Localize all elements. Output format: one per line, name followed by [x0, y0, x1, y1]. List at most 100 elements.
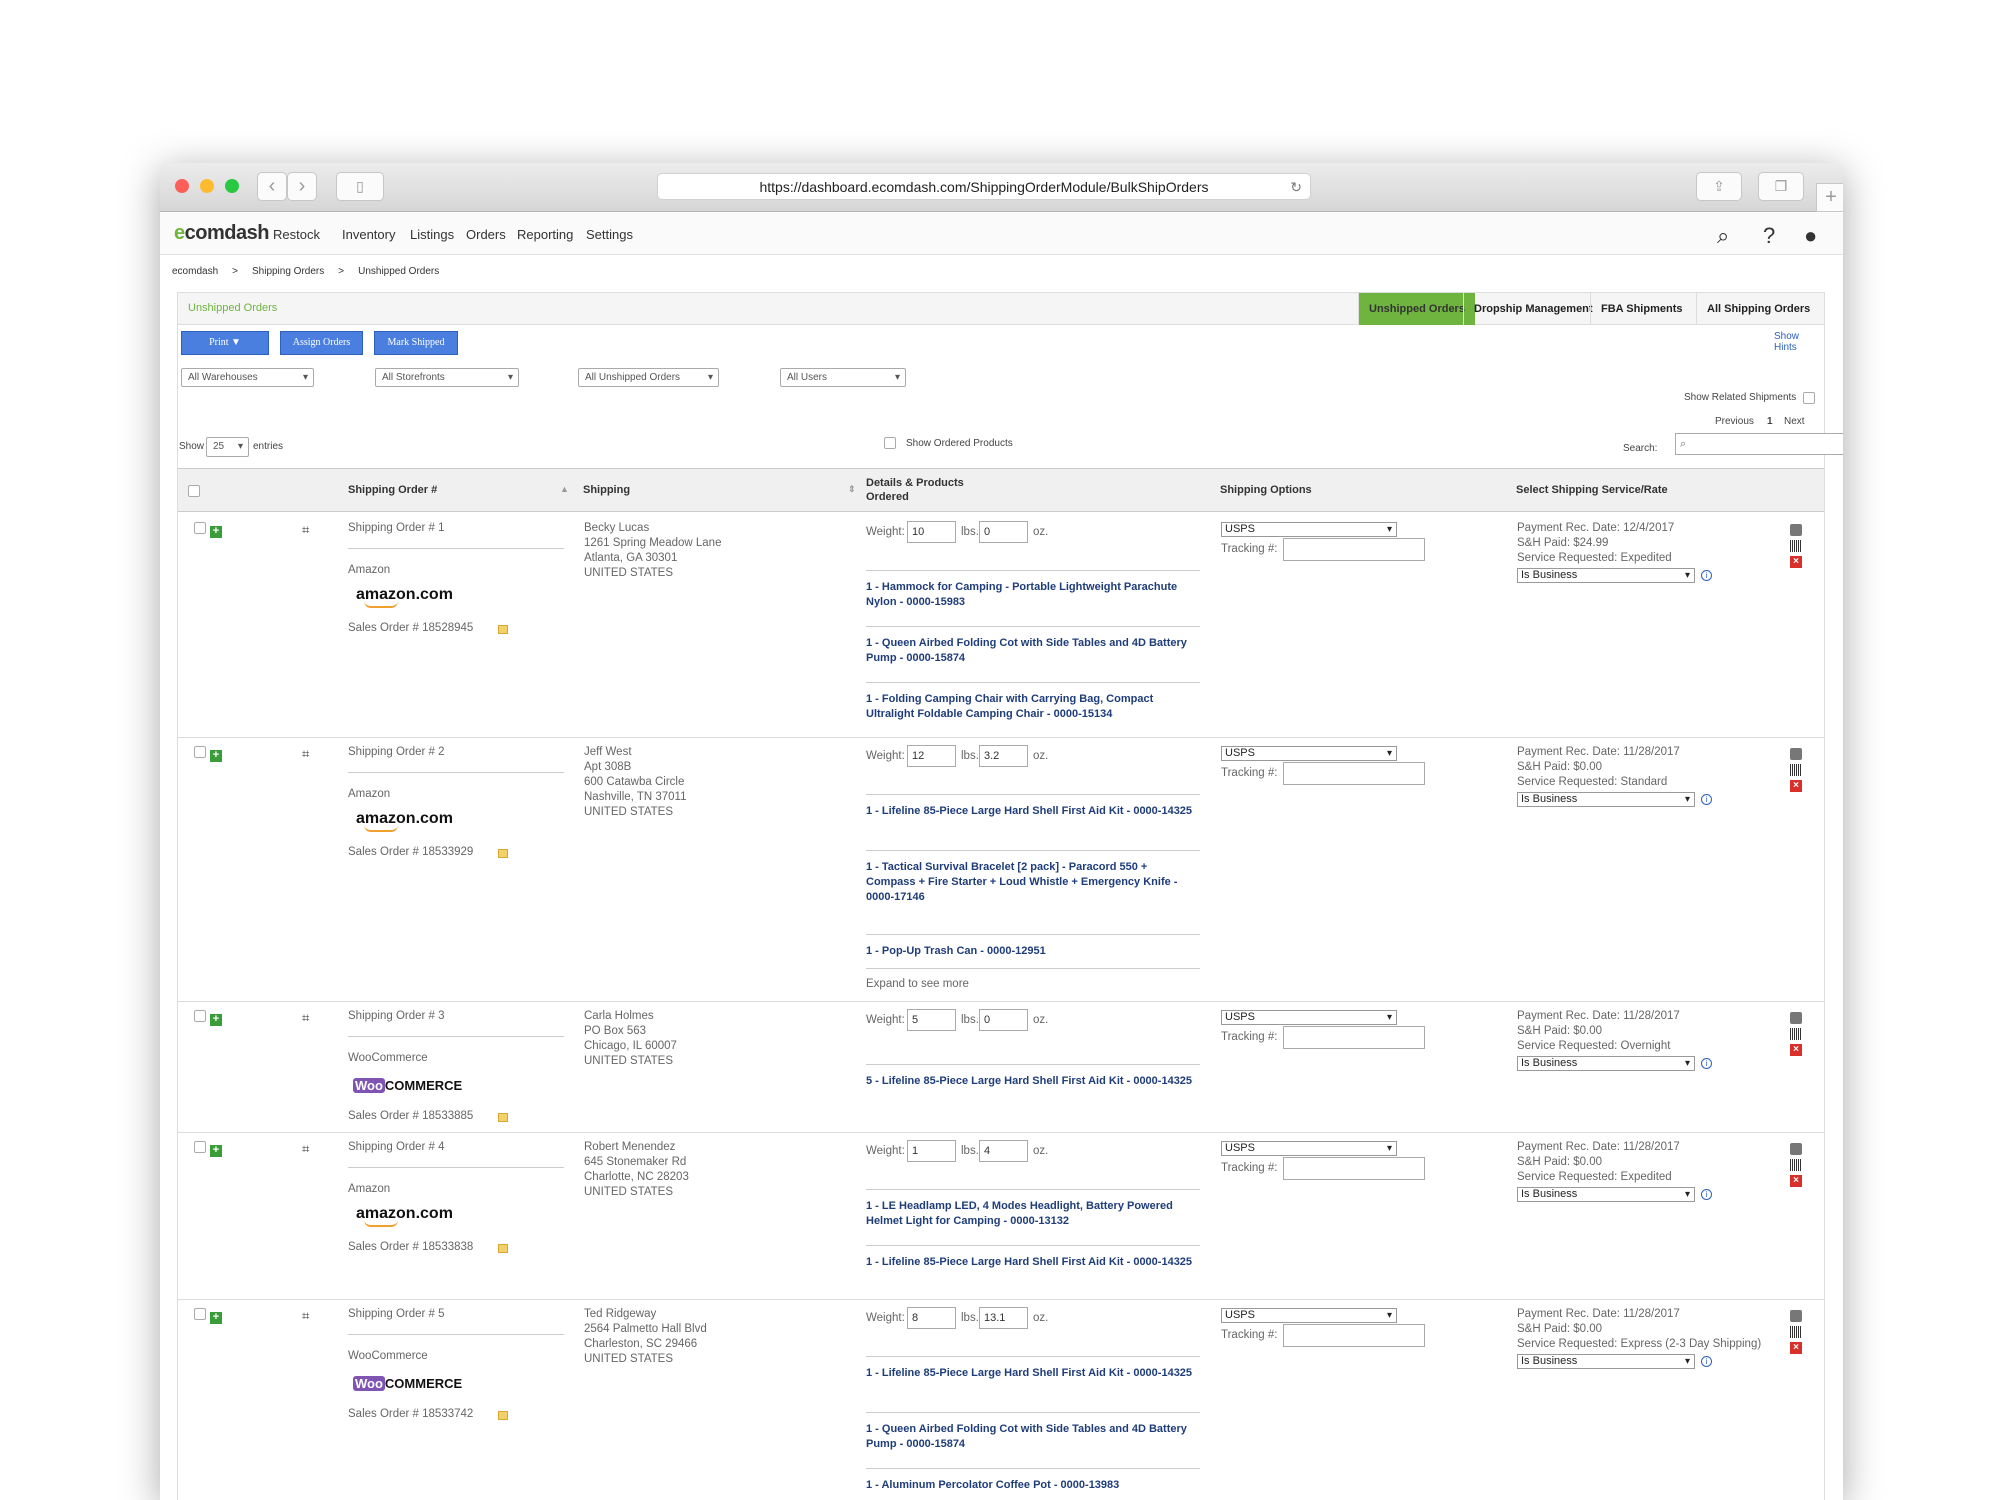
- ecomdash-logo[interactable]: ecomdash: [174, 222, 269, 245]
- business-select[interactable]: Is Business: [1517, 792, 1695, 807]
- view-order-icon[interactable]: ⌗: [302, 1010, 309, 1026]
- delete-icon[interactable]: ×: [1790, 556, 1802, 568]
- product-line[interactable]: 1 - Queen Airbed Folding Cot with Side T…: [866, 1422, 1196, 1452]
- shipping-order-number[interactable]: Shipping Order # 1: [348, 522, 445, 534]
- tab-all-shipping-orders[interactable]: All Shipping Orders: [1696, 293, 1820, 325]
- reload-icon[interactable]: ↻: [1290, 174, 1302, 200]
- sales-order-number[interactable]: Sales Order # 18528945: [348, 622, 473, 634]
- carrier-select[interactable]: USPS: [1221, 1141, 1397, 1156]
- business-select[interactable]: Is Business: [1517, 1187, 1695, 1202]
- product-line[interactable]: 1 - Tactical Survival Bracelet [2 pack] …: [866, 860, 1196, 905]
- search-icon[interactable]: ⌕: [1717, 223, 1729, 249]
- weight-lbs-input[interactable]: 8: [907, 1307, 956, 1329]
- shipping-order-number[interactable]: Shipping Order # 4: [348, 1141, 445, 1153]
- sales-order-number[interactable]: Sales Order # 18533929: [348, 846, 473, 858]
- tracking-input[interactable]: [1283, 762, 1425, 785]
- carrier-select[interactable]: USPS: [1221, 1010, 1397, 1025]
- breadcrumb-home[interactable]: ecomdash: [172, 266, 218, 277]
- barcode-icon[interactable]: [1790, 1326, 1802, 1338]
- info-icon[interactable]: i: [1701, 1189, 1712, 1200]
- sort-icon[interactable]: ▲: [560, 484, 569, 494]
- info-icon[interactable]: i: [1701, 1356, 1712, 1367]
- print-icon[interactable]: [1790, 1310, 1802, 1322]
- sidebar-icon[interactable]: ▯: [336, 172, 384, 201]
- notes-icon[interactable]: [498, 1411, 508, 1420]
- notes-icon[interactable]: [498, 1244, 508, 1253]
- delete-icon[interactable]: ×: [1790, 780, 1802, 792]
- product-line[interactable]: 1 - Hammock for Camping - Portable Light…: [866, 580, 1196, 610]
- product-line[interactable]: 1 - Lifeline 85-Piece Large Hard Shell F…: [866, 804, 1196, 819]
- business-select[interactable]: Is Business: [1517, 1056, 1695, 1071]
- weight-lbs-input[interactable]: 5: [907, 1009, 956, 1031]
- weight-oz-input[interactable]: 0: [979, 521, 1028, 543]
- weight-lbs-input[interactable]: 1: [907, 1140, 956, 1162]
- print-icon[interactable]: [1790, 748, 1802, 760]
- show-related-shipments-checkbox[interactable]: [1803, 392, 1815, 404]
- tab-unshipped-orders[interactable]: Unshipped Orders: [1358, 293, 1475, 325]
- zoom-window-button[interactable]: [225, 179, 239, 193]
- view-order-icon[interactable]: ⌗: [302, 1308, 309, 1324]
- weight-oz-input[interactable]: 3.2: [979, 745, 1028, 767]
- product-line[interactable]: 1 - LE Headlamp LED, 4 Modes Headlight, …: [866, 1199, 1196, 1229]
- sales-order-number[interactable]: Sales Order # 18533742: [348, 1408, 473, 1420]
- nav-inventory[interactable]: Inventory: [342, 227, 395, 242]
- product-line[interactable]: 1 - Lifeline 85-Piece Large Hard Shell F…: [866, 1366, 1196, 1381]
- business-select[interactable]: Is Business: [1517, 568, 1695, 583]
- show-hints-link[interactable]: Show Hints: [1774, 331, 1824, 353]
- row-checkbox[interactable]: [194, 1308, 206, 1320]
- shipping-order-number[interactable]: Shipping Order # 5: [348, 1308, 445, 1320]
- previous-page-link[interactable]: Previous: [1715, 416, 1754, 427]
- next-page-link[interactable]: Next: [1784, 416, 1805, 427]
- info-icon[interactable]: i: [1701, 570, 1712, 581]
- show-ordered-products-checkbox[interactable]: [884, 437, 896, 449]
- print-button[interactable]: Print ▼: [181, 331, 269, 355]
- nav-orders[interactable]: Orders: [466, 227, 506, 242]
- assign-orders-button[interactable]: Assign Orders: [280, 331, 363, 355]
- carrier-select[interactable]: USPS: [1221, 1308, 1397, 1323]
- weight-lbs-input[interactable]: 10: [907, 521, 956, 543]
- forward-icon[interactable]: ›: [287, 172, 317, 201]
- shipping-order-number[interactable]: Shipping Order # 3: [348, 1010, 445, 1022]
- row-checkbox[interactable]: [194, 1141, 206, 1153]
- delete-icon[interactable]: ×: [1790, 1342, 1802, 1354]
- delete-icon[interactable]: ×: [1790, 1175, 1802, 1187]
- breadcrumb-shipping-orders[interactable]: Shipping Orders: [252, 266, 324, 277]
- barcode-icon[interactable]: [1790, 1028, 1802, 1040]
- view-order-icon[interactable]: ⌗: [302, 746, 309, 762]
- nav-restock[interactable]: Restock: [273, 227, 320, 242]
- nav-listings[interactable]: Listings: [410, 227, 454, 242]
- product-line[interactable]: 1 - Lifeline 85-Piece Large Hard Shell F…: [866, 1255, 1196, 1270]
- carrier-select[interactable]: USPS: [1221, 746, 1397, 761]
- product-line[interactable]: 1 - Folding Camping Chair with Carrying …: [866, 692, 1196, 722]
- carrier-select[interactable]: USPS: [1221, 522, 1397, 537]
- product-line[interactable]: 5 - Lifeline 85-Piece Large Hard Shell F…: [866, 1074, 1196, 1089]
- row-checkbox[interactable]: [194, 746, 206, 758]
- shipping-order-number[interactable]: Shipping Order # 2: [348, 746, 445, 758]
- expand-row-icon[interactable]: +: [210, 1014, 222, 1026]
- row-checkbox[interactable]: [194, 522, 206, 534]
- tracking-input[interactable]: [1283, 1026, 1425, 1049]
- current-page[interactable]: 1: [1767, 416, 1773, 427]
- info-icon[interactable]: i: [1701, 1058, 1712, 1069]
- mark-shipped-button[interactable]: Mark Shipped: [374, 331, 458, 355]
- print-icon[interactable]: [1790, 1012, 1802, 1024]
- sort-icon[interactable]: ⇕: [848, 484, 856, 495]
- delete-icon[interactable]: ×: [1790, 1044, 1802, 1056]
- storefront-filter[interactable]: All Storefronts: [375, 368, 519, 387]
- expand-row-icon[interactable]: +: [210, 1145, 222, 1157]
- tab-fba-shipments[interactable]: FBA Shipments: [1590, 293, 1693, 325]
- close-window-button[interactable]: [175, 179, 189, 193]
- expand-link[interactable]: Expand to see more: [866, 978, 969, 990]
- user-filter[interactable]: All Users: [780, 368, 906, 387]
- nav-settings[interactable]: Settings: [586, 227, 633, 242]
- order-status-filter[interactable]: All Unshipped Orders: [578, 368, 719, 387]
- product-line[interactable]: 1 - Queen Airbed Folding Cot with Side T…: [866, 636, 1196, 666]
- user-icon[interactable]: ●: [1804, 223, 1817, 249]
- col-shipping[interactable]: Shipping: [583, 484, 630, 496]
- barcode-icon[interactable]: [1790, 1159, 1802, 1171]
- share-icon[interactable]: ⇪: [1696, 172, 1742, 201]
- tracking-input[interactable]: [1283, 538, 1425, 561]
- back-icon[interactable]: ‹: [257, 172, 287, 201]
- weight-lbs-input[interactable]: 12: [907, 745, 956, 767]
- barcode-icon[interactable]: [1790, 540, 1802, 552]
